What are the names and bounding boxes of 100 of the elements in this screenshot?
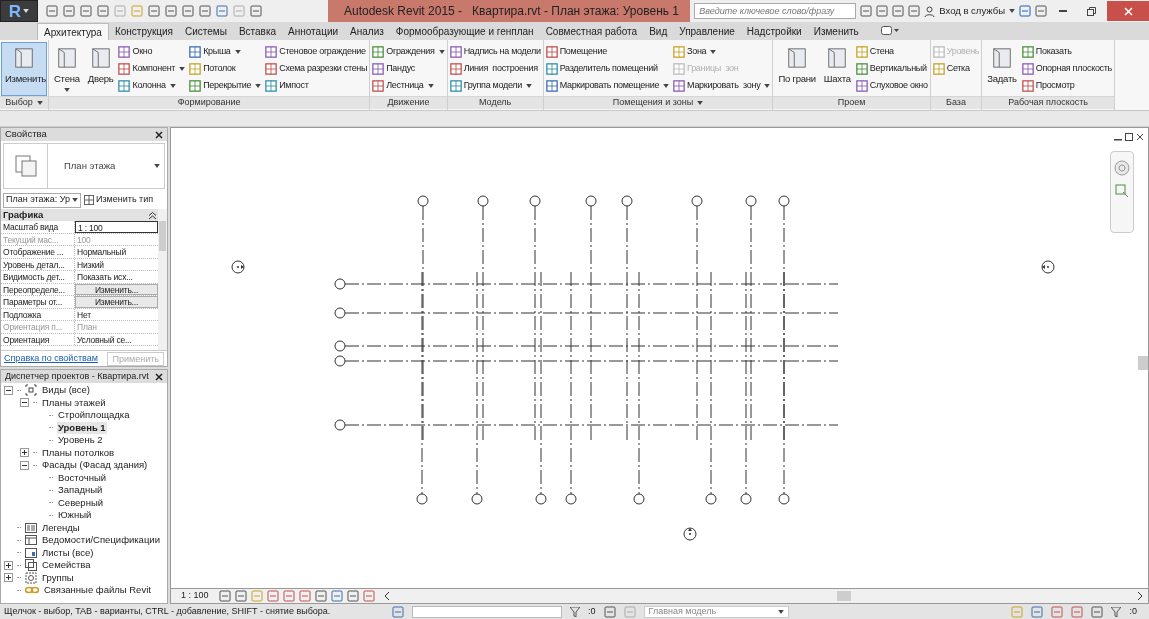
ribbon-button[interactable]: Опорная плоскость <box>1020 60 1113 77</box>
ribbon-button[interactable]: Слуховое окно <box>854 77 929 94</box>
navigation-bar[interactable] <box>1110 151 1134 233</box>
tree-item[interactable]: Фасады (Фасад здания) <box>41 459 149 472</box>
tree-item[interactable]: Южный <box>57 509 93 522</box>
panel-title[interactable]: Проем <box>773 96 930 109</box>
ribbon-button[interactable]: Вертикальный <box>854 60 929 77</box>
collapse-icon[interactable] <box>20 460 29 470</box>
tree-item[interactable]: Виды (все) <box>41 384 91 397</box>
horizontal-scrollbar-thumb[interactable] <box>837 591 851 601</box>
property-edit-button[interactable]: Изменить... <box>75 296 158 308</box>
ribbon-button[interactable]: Сетка <box>931 60 981 77</box>
zoom-icon[interactable] <box>1115 184 1129 198</box>
ribbon-button[interactable]: Маркировать зону <box>672 77 772 94</box>
ribbon-button[interactable]: Окно <box>117 43 187 60</box>
collapse-icon[interactable] <box>4 385 13 395</box>
restore-icon[interactable] <box>1125 133 1133 141</box>
expand-icon[interactable] <box>20 448 29 458</box>
ribbon-button[interactable]: Стена <box>854 43 929 60</box>
ribbon-button[interactable]: Колонна <box>117 77 187 94</box>
ribbon-tab[interactable]: Вставка <box>232 23 283 40</box>
help-link[interactable]: Справка по свойствам <box>4 351 98 366</box>
ribbon-tab[interactable]: Архитектура <box>37 23 109 40</box>
search-field[interactable]: Введите ключевое слово/фразу <box>694 3 857 19</box>
panel-title[interactable]: Выбор <box>0 96 48 109</box>
ribbon-button[interactable]: Схема разрезки стены <box>264 60 369 77</box>
close-icon[interactable] <box>1136 133 1144 141</box>
ribbon-tab[interactable]: Надстройки <box>740 23 808 40</box>
ribbon-tab[interactable]: Аннотации <box>282 23 345 40</box>
tree-item[interactable]: Планы этажей <box>41 396 107 409</box>
ribbon-button[interactable]: Зона <box>672 43 772 60</box>
ribbon-large-button[interactable]: Задать <box>983 42 1021 96</box>
ribbon-large-button[interactable]: По грани <box>774 42 820 96</box>
sign-in-button[interactable]: Вход в службы <box>924 3 1015 19</box>
ribbon-tab[interactable]: Конструкция <box>108 23 179 40</box>
close-icon[interactable] <box>155 130 163 139</box>
tree-item[interactable]: Листы (все) <box>41 546 95 559</box>
ribbon-button[interactable]: Ограждения <box>371 43 446 60</box>
panel-title[interactable]: Модель <box>447 96 543 109</box>
expand-icon[interactable] <box>4 560 13 570</box>
view-scale[interactable]: 1 : 100 <box>171 589 219 603</box>
ribbon-button[interactable]: Линия построения <box>448 60 542 77</box>
ribbon-tab[interactable]: Изменить <box>807 23 865 40</box>
filter-icon[interactable] <box>1111 606 1122 617</box>
ribbon-tab[interactable]: Управление <box>673 23 741 40</box>
ribbon-button[interactable]: Перекрытие <box>188 77 263 94</box>
close-icon[interactable] <box>155 372 163 381</box>
ribbon-tab[interactable]: Вид <box>643 23 674 40</box>
steering-wheel-icon[interactable] <box>1114 160 1130 176</box>
ribbon-button[interactable]: Потолок <box>188 60 263 77</box>
property-field[interactable]: 1 : 100 <box>75 221 158 233</box>
design-option-dropdown[interactable]: Главная модель <box>643 605 789 618</box>
ribbon-button[interactable]: Показать <box>1020 43 1113 60</box>
ribbon-large-button[interactable]: Шахта <box>819 42 855 96</box>
ribbon-button[interactable]: Маркировать помещение <box>544 77 671 94</box>
ribbon-button[interactable]: Надпись на модели <box>448 43 542 60</box>
instance-dropdown[interactable]: План этажа: Ур <box>3 192 81 208</box>
ribbon-button[interactable]: Импост <box>264 77 369 94</box>
scrollbar[interactable] <box>158 209 167 350</box>
ribbon-button[interactable]: Помещение <box>544 43 671 60</box>
filter-icon[interactable] <box>570 606 580 617</box>
ribbon-large-button[interactable]: Дверь <box>83 42 118 96</box>
collapse-icon[interactable] <box>20 398 29 408</box>
edit-type-button[interactable]: Изменить тип <box>83 193 154 207</box>
tree-item[interactable]: Ведомости/Спецификации <box>41 534 161 547</box>
vertical-scrollbar[interactable] <box>1138 356 1148 370</box>
tree-item[interactable]: Связанные файлы Revit <box>43 584 152 597</box>
scroll-left-icon[interactable] <box>382 592 391 600</box>
collapse-icon[interactable] <box>149 211 156 219</box>
expand-icon[interactable] <box>4 573 13 583</box>
tree-item[interactable]: Уровень 2 <box>57 434 104 447</box>
panel-title[interactable]: Помещения и зоны <box>543 96 773 109</box>
type-selector[interactable]: План этажа <box>3 143 165 189</box>
tree-item[interactable]: Восточный <box>57 471 108 484</box>
ribbon-button[interactable]: Стеновое ограждение <box>264 43 369 60</box>
tree-item[interactable]: Планы потолков <box>41 446 116 459</box>
ribbon-tab[interactable]: Совместная работа <box>539 23 644 40</box>
tree-item[interactable]: Стройплощадка <box>57 409 131 422</box>
panel-title[interactable]: База <box>930 96 982 109</box>
ribbon-large-button[interactable]: Изменить <box>1 42 47 96</box>
ribbon-button[interactable]: Лестница <box>371 77 446 94</box>
ribbon-tab[interactable]: Системы <box>179 23 233 40</box>
tree-item[interactable]: Семейства <box>41 559 92 572</box>
ribbon-button[interactable]: Просмотр <box>1020 77 1113 94</box>
ribbon-tab[interactable]: Формообразующие и генплан <box>389 23 540 40</box>
tree-item[interactable]: Группы <box>41 571 75 584</box>
application-menu-button[interactable]: R <box>0 0 38 22</box>
tree-item[interactable]: Северный <box>57 496 105 509</box>
workset-field[interactable] <box>412 605 562 618</box>
tree-item[interactable]: Легенды <box>41 521 81 534</box>
ribbon-button[interactable]: Крыша <box>188 43 263 60</box>
panel-toggle-icon[interactable] <box>880 26 899 36</box>
panel-title[interactable]: Рабочая плоскость <box>982 96 1114 109</box>
ribbon-large-button[interactable]: Стена <box>50 42 84 96</box>
ribbon-button[interactable]: Разделитель помещений <box>544 60 671 77</box>
tree-item[interactable]: Западный <box>57 484 104 497</box>
ribbon-tab[interactable]: Анализ <box>344 23 390 40</box>
ribbon-button[interactable]: Компонент <box>117 60 187 77</box>
scroll-right-icon[interactable] <box>1136 592 1144 600</box>
panel-title[interactable]: Движение <box>370 96 447 109</box>
